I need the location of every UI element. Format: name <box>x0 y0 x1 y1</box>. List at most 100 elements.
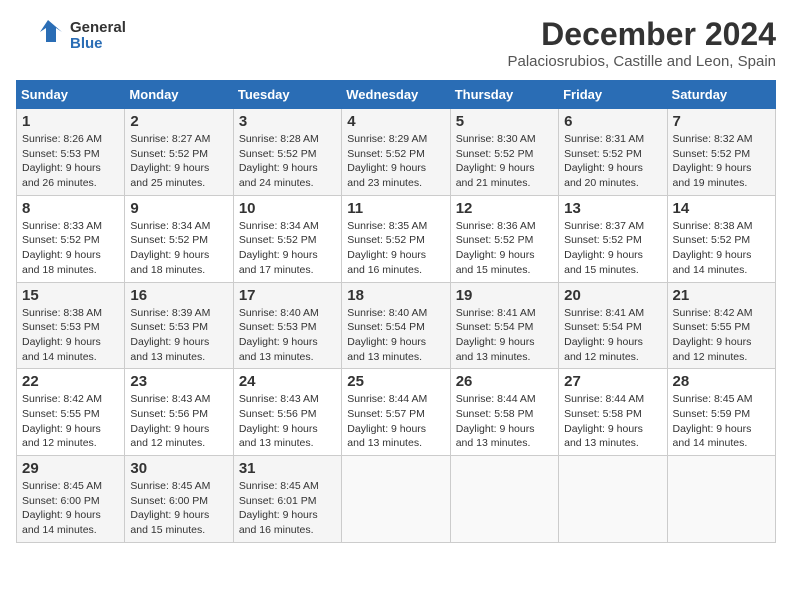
day-info: Sunrise: 8:41 AMSunset: 5:54 PMDaylight:… <box>456 306 553 365</box>
day-info: Sunrise: 8:40 AMSunset: 5:53 PMDaylight:… <box>239 306 336 365</box>
day-number: 8 <box>22 200 119 217</box>
calendar-cell: 4 Sunrise: 8:29 AMSunset: 5:52 PMDaylight… <box>342 109 450 196</box>
calendar-cell: 7 Sunrise: 8:32 AMSunset: 5:52 PMDaylight… <box>667 109 775 196</box>
calendar-cell: 26 Sunrise: 8:44 AMSunset: 5:58 PMDayligh… <box>450 369 558 456</box>
day-number: 21 <box>673 287 770 304</box>
week-row-3: 15Sunrise: 8:38 AMSunset: 5:53 PMDayligh… <box>17 282 776 369</box>
day-number: 28 <box>673 373 770 390</box>
day-info: Sunrise: 8:38 AMSunset: 5:52 PMDaylight:… <box>673 219 770 278</box>
calendar-cell: 24 Sunrise: 8:43 AMSunset: 5:56 PMDayligh… <box>233 369 341 456</box>
day-number: 27 <box>564 373 661 390</box>
calendar-cell: 23Sunrise: 8:43 AMSunset: 5:56 PMDayligh… <box>125 369 233 456</box>
calendar-cell: 25 Sunrise: 8:44 AMSunset: 5:57 PMDayligh… <box>342 369 450 456</box>
calendar-cell <box>450 456 558 543</box>
week-row-5: 29 Sunrise: 8:45 AMSunset: 6:00 PMDayligh… <box>17 456 776 543</box>
day-info: Sunrise: 8:30 AMSunset: 5:52 PMDaylight:… <box>456 132 553 191</box>
day-info: Sunrise: 8:43 AMSunset: 5:56 PMDaylight:… <box>130 392 227 451</box>
calendar-cell: 9 Sunrise: 8:34 AMSunset: 5:52 PMDaylight… <box>125 195 233 282</box>
calendar-table: SundayMondayTuesdayWednesdayThursdayFrid… <box>16 80 776 543</box>
weekday-header-wednesday: Wednesday <box>342 81 450 109</box>
day-info: Sunrise: 8:29 AMSunset: 5:52 PMDaylight:… <box>347 132 444 191</box>
calendar-cell: 5 Sunrise: 8:30 AMSunset: 5:52 PMDaylight… <box>450 109 558 196</box>
page-header: General Blue December 2024 Palaciosrubio… <box>16 16 776 70</box>
day-info: Sunrise: 8:44 AMSunset: 5:58 PMDaylight:… <box>456 392 553 451</box>
calendar-cell: 2Sunrise: 8:27 AMSunset: 5:52 PMDaylight… <box>125 109 233 196</box>
calendar-cell: 14 Sunrise: 8:38 AMSunset: 5:52 PMDayligh… <box>667 195 775 282</box>
day-number: 16 <box>130 287 227 304</box>
day-number: 3 <box>239 113 336 130</box>
day-info: Sunrise: 8:43 AMSunset: 5:56 PMDaylight:… <box>239 392 336 451</box>
calendar-cell <box>559 456 667 543</box>
day-info: Sunrise: 8:26 AMSunset: 5:53 PMDaylight:… <box>22 132 119 191</box>
weekday-header-tuesday: Tuesday <box>233 81 341 109</box>
day-number: 12 <box>456 200 553 217</box>
day-number: 19 <box>456 287 553 304</box>
weekday-header-saturday: Saturday <box>667 81 775 109</box>
calendar-cell: 29 Sunrise: 8:45 AMSunset: 6:00 PMDayligh… <box>17 456 125 543</box>
day-info: Sunrise: 8:40 AMSunset: 5:54 PMDaylight:… <box>347 306 444 365</box>
calendar-cell: 11 Sunrise: 8:35 AMSunset: 5:52 PMDayligh… <box>342 195 450 282</box>
day-number: 1 <box>22 113 119 130</box>
calendar-cell: 3 Sunrise: 8:28 AMSunset: 5:52 PMDaylight… <box>233 109 341 196</box>
calendar-cell: 1 Sunrise: 8:26 AMSunset: 5:53 PMDaylight… <box>17 109 125 196</box>
calendar-cell: 15Sunrise: 8:38 AMSunset: 5:53 PMDayligh… <box>17 282 125 369</box>
calendar-cell: 8Sunrise: 8:33 AMSunset: 5:52 PMDaylight… <box>17 195 125 282</box>
logo: General Blue <box>16 16 126 56</box>
day-number: 29 <box>22 460 119 477</box>
calendar-cell: 12Sunrise: 8:36 AMSunset: 5:52 PMDayligh… <box>450 195 558 282</box>
day-info: Sunrise: 8:44 AMSunset: 5:57 PMDaylight:… <box>347 392 444 451</box>
day-number: 4 <box>347 113 444 130</box>
calendar-cell: 27 Sunrise: 8:44 AMSunset: 5:58 PMDayligh… <box>559 369 667 456</box>
calendar-cell <box>342 456 450 543</box>
calendar-cell: 31 Sunrise: 8:45 AMSunset: 6:01 PMDayligh… <box>233 456 341 543</box>
page-subtitle: Palaciosrubios, Castille and Leon, Spain <box>508 53 777 70</box>
day-number: 24 <box>239 373 336 390</box>
day-info: Sunrise: 8:32 AMSunset: 5:52 PMDaylight:… <box>673 132 770 191</box>
calendar-cell: 22 Sunrise: 8:42 AMSunset: 5:55 PMDayligh… <box>17 369 125 456</box>
weekday-header-monday: Monday <box>125 81 233 109</box>
day-info: Sunrise: 8:28 AMSunset: 5:52 PMDaylight:… <box>239 132 336 191</box>
calendar-cell: 20 Sunrise: 8:41 AMSunset: 5:54 PMDayligh… <box>559 282 667 369</box>
day-number: 26 <box>456 373 553 390</box>
day-number: 20 <box>564 287 661 304</box>
day-number: 6 <box>564 113 661 130</box>
day-info: Sunrise: 8:45 AMSunset: 6:00 PMDaylight:… <box>130 479 227 538</box>
day-info: Sunrise: 8:44 AMSunset: 5:58 PMDaylight:… <box>564 392 661 451</box>
day-info: Sunrise: 8:39 AMSunset: 5:53 PMDaylight:… <box>130 306 227 365</box>
day-number: 22 <box>22 373 119 390</box>
week-row-1: 1 Sunrise: 8:26 AMSunset: 5:53 PMDaylight… <box>17 109 776 196</box>
day-number: 18 <box>347 287 444 304</box>
day-info: Sunrise: 8:38 AMSunset: 5:53 PMDaylight:… <box>22 306 119 365</box>
calendar-cell: 10Sunrise: 8:34 AMSunset: 5:52 PMDayligh… <box>233 195 341 282</box>
calendar-cell: 28Sunrise: 8:45 AMSunset: 5:59 PMDayligh… <box>667 369 775 456</box>
calendar-cell: 6 Sunrise: 8:31 AMSunset: 5:52 PMDaylight… <box>559 109 667 196</box>
day-info: Sunrise: 8:42 AMSunset: 5:55 PMDaylight:… <box>22 392 119 451</box>
logo-blue-text: Blue <box>70 36 126 53</box>
day-info: Sunrise: 8:31 AMSunset: 5:52 PMDaylight:… <box>564 132 661 191</box>
day-info: Sunrise: 8:35 AMSunset: 5:52 PMDaylight:… <box>347 219 444 278</box>
day-info: Sunrise: 8:42 AMSunset: 5:55 PMDaylight:… <box>673 306 770 365</box>
calendar-cell: 21 Sunrise: 8:42 AMSunset: 5:55 PMDayligh… <box>667 282 775 369</box>
day-info: Sunrise: 8:45 AMSunset: 6:00 PMDaylight:… <box>22 479 119 538</box>
day-number: 25 <box>347 373 444 390</box>
day-number: 31 <box>239 460 336 477</box>
calendar-cell: 13Sunrise: 8:37 AMSunset: 5:52 PMDayligh… <box>559 195 667 282</box>
day-number: 13 <box>564 200 661 217</box>
weekday-header-sunday: Sunday <box>17 81 125 109</box>
day-info: Sunrise: 8:34 AMSunset: 5:52 PMDaylight:… <box>239 219 336 278</box>
day-info: Sunrise: 8:34 AMSunset: 5:52 PMDaylight:… <box>130 219 227 278</box>
logo-bird-icon <box>16 16 66 56</box>
day-number: 14 <box>673 200 770 217</box>
day-info: Sunrise: 8:41 AMSunset: 5:54 PMDaylight:… <box>564 306 661 365</box>
day-info: Sunrise: 8:45 AMSunset: 6:01 PMDaylight:… <box>239 479 336 538</box>
day-number: 9 <box>130 200 227 217</box>
day-number: 5 <box>456 113 553 130</box>
title-area: December 2024 Palaciosrubios, Castille a… <box>508 16 777 70</box>
week-row-4: 22 Sunrise: 8:42 AMSunset: 5:55 PMDayligh… <box>17 369 776 456</box>
week-row-2: 8Sunrise: 8:33 AMSunset: 5:52 PMDaylight… <box>17 195 776 282</box>
calendar-cell: 30Sunrise: 8:45 AMSunset: 6:00 PMDayligh… <box>125 456 233 543</box>
day-number: 11 <box>347 200 444 217</box>
day-info: Sunrise: 8:27 AMSunset: 5:52 PMDaylight:… <box>130 132 227 191</box>
day-number: 7 <box>673 113 770 130</box>
logo-general-text: General <box>70 20 126 37</box>
